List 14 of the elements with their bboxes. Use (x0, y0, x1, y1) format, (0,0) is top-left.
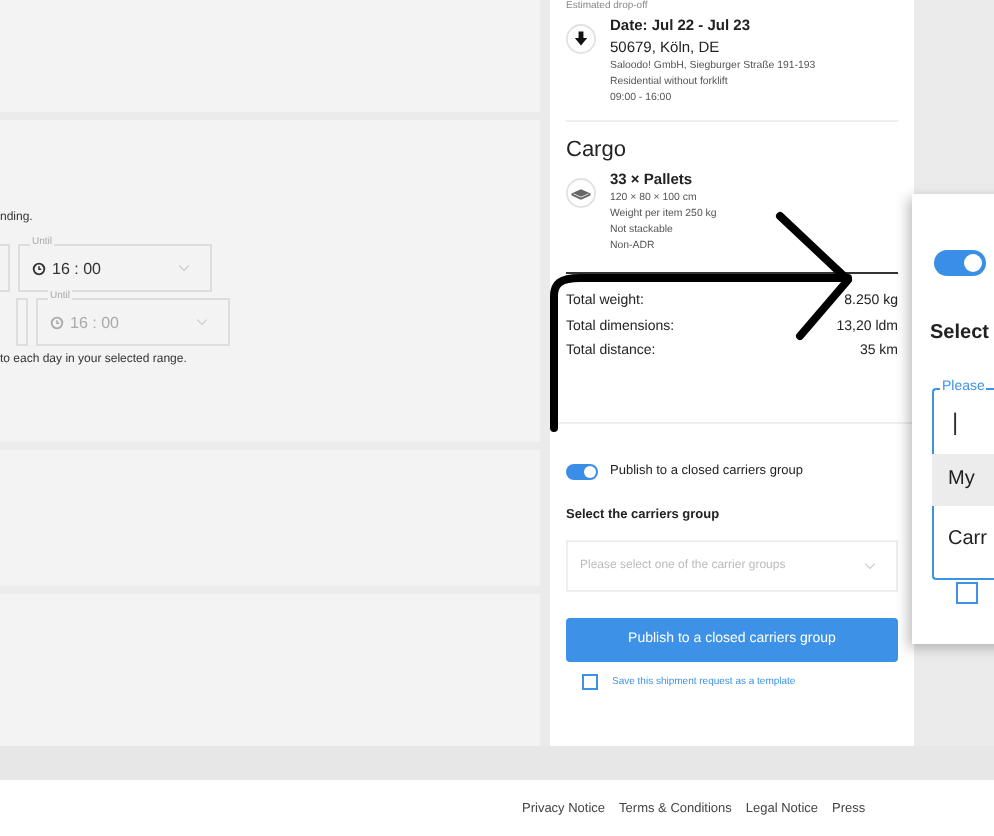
section-title: Cargo (566, 138, 628, 162)
dropdown-option[interactable]: My (932, 454, 994, 506)
chevron-down-icon (196, 318, 208, 326)
toggle-switch[interactable] (934, 250, 986, 276)
dropdown-option[interactable]: Carr (932, 514, 994, 566)
checkbox[interactable] (956, 582, 978, 604)
toggle-switch[interactable] (566, 463, 598, 479)
clock-icon (32, 261, 46, 275)
pallet-icon (566, 178, 596, 208)
chevron-down-icon (178, 264, 190, 272)
checkbox[interactable] (582, 673, 598, 689)
clock-icon (50, 315, 64, 329)
chevron-down-icon (864, 561, 876, 569)
field-label: Select (930, 322, 989, 344)
